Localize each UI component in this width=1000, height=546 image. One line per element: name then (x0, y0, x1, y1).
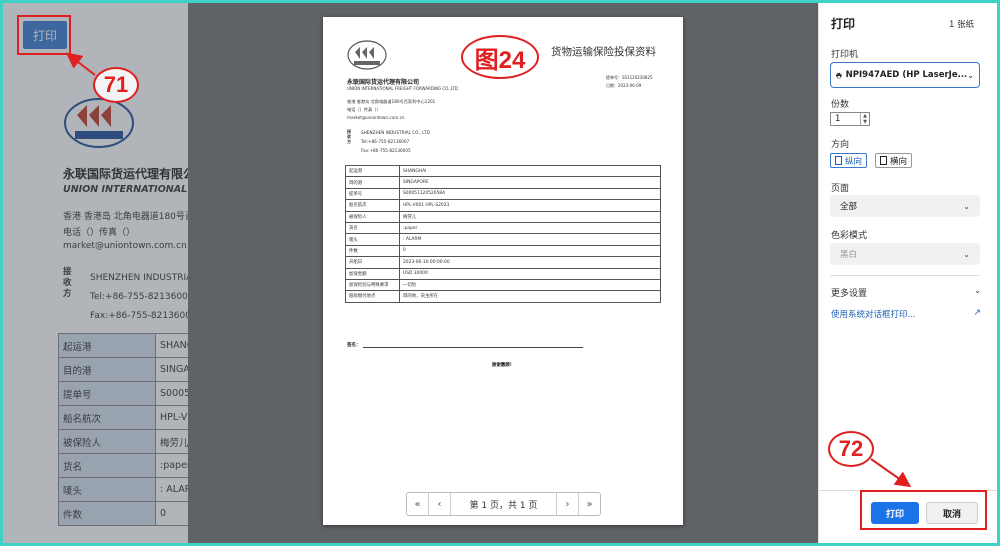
last-page-button[interactable]: » (578, 493, 600, 515)
table-row: 加保险别与特殊要求 一切险 (345, 278, 661, 292)
copies-value: 1 (835, 114, 841, 124)
preview-info-table: 起运港 SHANGHAI 目的港 SINGAPORE 提单号 S00051120526… (345, 164, 661, 303)
table-value: SHANGHAI (399, 164, 661, 178)
figure-label: 图24 (461, 35, 539, 79)
table-key: 提单号 (345, 187, 400, 201)
table-row: 被保险人 梅劳儿 (345, 210, 661, 223)
color-mode-label: 色彩模式 (831, 231, 868, 241)
table-row: 件数 0 (345, 244, 661, 258)
preview-meta-line: 提单号：SS1120230825 (606, 75, 653, 80)
table-value: 0 (399, 244, 661, 258)
table-row: 开船日 2023-06-10 00:00:00 (345, 256, 661, 269)
printer-label: 打印机 (831, 50, 859, 60)
table-key: 货名 (345, 221, 400, 235)
panel-title: 打印 (831, 17, 856, 31)
table-key: 赔款偿付地点 (345, 290, 400, 303)
preview-phone-fax: 电话（）传真（） (347, 107, 381, 112)
pages-value: 全部 (840, 202, 858, 212)
prev-page-button[interactable]: ‹ (429, 493, 451, 515)
color-mode-select[interactable]: 黑白 ⌄ (830, 243, 980, 265)
next-page-button[interactable]: › (556, 493, 578, 515)
page-landscape-icon (880, 156, 887, 165)
chevron-down-icon: ⌄ (963, 201, 970, 211)
pages-select[interactable]: 全部 ⌄ (830, 195, 980, 217)
table-value: : ALARM (399, 233, 661, 246)
table-key: 唛头 (345, 233, 400, 246)
table-row: 提单号 S0005112052658A (345, 187, 661, 201)
table-value: 2023-06-10 00:00:00 (399, 256, 661, 269)
copies-stepper[interactable]: 1 ▲ ▼ (830, 112, 870, 126)
pages-label: 页面 (831, 184, 850, 194)
annotation-box-71 (17, 15, 71, 55)
table-value: 一切险 (399, 278, 661, 292)
table-value: S0005112052658A (399, 187, 661, 201)
table-value: 目的地，货主所在 (399, 290, 661, 303)
preview-email: market@uniontown.com.cn (347, 115, 405, 120)
table-key: 件数 (345, 244, 400, 258)
table-key: 目的港 (345, 176, 400, 189)
table-key: 开船日 (345, 256, 400, 269)
page-portrait-icon (835, 156, 842, 165)
signature-line (363, 347, 583, 348)
divider (830, 275, 980, 276)
preview-meta-line: 日期：2023-06-09 (606, 83, 642, 88)
sheet-count: 1 张纸 (949, 20, 975, 30)
table-key: 被保险人 (345, 210, 400, 223)
signature-label: 签名： (347, 343, 361, 348)
orientation-label: 方向 (831, 140, 850, 150)
portrait-label: 纵向 (845, 156, 863, 167)
preview-company-en: UNION INTERNATIONAL FREIGHT FORWARDING C… (347, 86, 458, 91)
more-settings-toggle[interactable]: 更多设置 ⌄ (831, 286, 981, 299)
table-value: 梅劳儿 (399, 210, 661, 223)
annotation-number-71: 71 (93, 67, 139, 103)
table-value: USD 30000 (399, 267, 661, 280)
preview-address: 香港 香港岛 北角电器道180号百家利中心1201 (347, 99, 436, 104)
landscape-button[interactable]: 横向 (875, 153, 913, 168)
preview-receiver-line: SHENZHEN INDUSTRIAL CO., LTD (361, 130, 430, 135)
table-row: 起运港 SHANGHAI (345, 164, 661, 178)
portrait-button[interactable]: 纵向 (830, 153, 868, 168)
external-link-icon: ↗ (973, 308, 981, 318)
preview-receiver-line: Tel:+86-755-82136007 (361, 139, 410, 144)
annotation-number-72: 72 (828, 431, 874, 467)
system-dialog-label: 使用系统对话框打印... (831, 310, 916, 320)
company-logo (347, 40, 387, 70)
print-preview-sheet: 货物运输保险投保资料 永联国际货运代理有限公司 UNION INTERNATIO… (323, 17, 683, 525)
table-value: :paper (399, 221, 661, 235)
table-row: 赔款偿付地点 目的地，货主所在 (345, 290, 661, 303)
system-dialog-link[interactable]: 使用系统对话框打印... ↗ (831, 308, 981, 320)
table-key: 船名航次 (345, 199, 400, 212)
chevron-down-icon: ⌄ (963, 249, 970, 259)
preview-receiver-line: Fax:+86-755-82136005 (361, 148, 411, 153)
document-title: 货物运输保险投保资料 (551, 46, 656, 58)
printer-select[interactable]: NPI947AED (HP LaserJe... ⌄ (830, 62, 980, 88)
printer-name: NPI947AED (HP LaserJe... (845, 70, 968, 80)
table-key: 起运港 (345, 164, 400, 178)
table-row: 货名:paper (345, 221, 661, 235)
more-settings-label: 更多设置 (831, 289, 868, 299)
copies-label: 份数 (831, 100, 850, 110)
annotation-box-72 (860, 490, 987, 530)
table-row: 加保金额 USD 30000 (345, 267, 661, 280)
preview-pager: « ‹ 第 1 页，共 1 页 › » (406, 492, 601, 516)
table-value: HPL-V001 HPL-S2023 (399, 199, 661, 212)
table-row: 目的港 SINGAPORE (345, 176, 661, 189)
table-row: 船名航次 HPL-V001 HPL-S2023 (345, 199, 661, 212)
printer-icon (836, 72, 842, 78)
table-key: 加保金额 (345, 267, 400, 280)
first-page-button[interactable]: « (407, 493, 429, 515)
thanks-text: 谢谢惠顾！ (491, 363, 515, 368)
chevron-down-icon: ⌄ (974, 286, 981, 295)
color-mode-value: 黑白 (840, 250, 858, 260)
chevron-down-icon: ⌄ (967, 70, 974, 80)
preview-receiver-label: 接收方 (347, 129, 351, 144)
table-value: SINGAPORE (399, 176, 661, 189)
table-row: 唛头: ALARM (345, 233, 661, 246)
table-key: 加保险别与特殊要求 (345, 278, 400, 292)
landscape-label: 横向 (890, 156, 908, 167)
page-indicator: 第 1 页，共 1 页 (469, 500, 538, 511)
preview-company-cn: 永联国际货运代理有限公司 (347, 79, 420, 86)
screenshot-frame: 打印 永联国际货运代理有限公 UNION INTERNATIONAL FREIG… (0, 0, 1000, 546)
stepper-arrows-icon[interactable]: ▲ ▼ (860, 113, 869, 125)
